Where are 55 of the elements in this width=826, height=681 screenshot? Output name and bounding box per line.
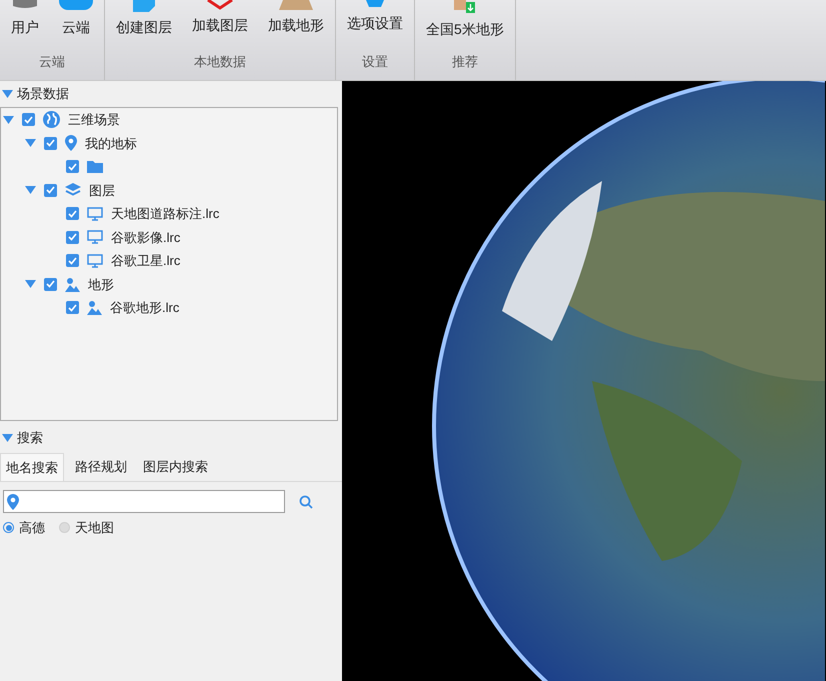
checkbox[interactable] [66,207,79,220]
tree-item-label[interactable]: 图层 [89,180,115,200]
ribbon-button[interactable]: 全国5米地形 [423,0,507,44]
tree-item-label[interactable]: 谷歌卫星.lrc [111,251,180,270]
checkbox[interactable] [66,301,79,314]
tree-item-label[interactable]: 我的地标 [85,134,137,153]
checkbox[interactable] [66,160,79,174]
pin-icon [7,494,19,510]
ribbon-button[interactable]: 创建图层 [113,0,175,44]
download-map-icon [454,0,476,14]
checkbox[interactable] [22,113,35,126]
radio-label: 高德 [19,519,45,537]
folder-icon [87,160,103,174]
group-title: 设置 [362,53,388,71]
checkbox[interactable] [44,278,57,291]
monitor-icon [87,206,103,221]
checkbox[interactable] [66,254,79,268]
checkbox[interactable] [44,136,57,150]
globe-icon [43,111,60,128]
radio-button[interactable] [59,522,70,534]
search-tab[interactable]: 路径规划 [70,453,132,481]
monitor-icon [87,230,103,244]
panel-title: 场景数据 [17,85,69,104]
ribbon-button[interactable]: 用户 [8,0,42,44]
pin-icon [65,135,77,152]
group-title: 本地数据 [194,53,246,71]
expanded-caret-icon[interactable] [25,280,36,288]
tree-item-label[interactable]: 天地图道路标注.lrc [111,204,220,224]
tree-item-label[interactable]: 谷歌地形.lrc [110,298,180,318]
terrain-icon [87,300,102,316]
ribbon-button[interactable]: 加载地形 [265,0,327,44]
expanded-caret-icon[interactable] [25,186,36,194]
panel-title: 搜索 [17,429,43,448]
ribbon-button[interactable]: 云端 [56,0,96,44]
expanded-caret-icon[interactable] [2,434,13,442]
search-tab[interactable]: 图层内搜索 [138,453,213,481]
terrain-icon [65,276,80,292]
expanded-caret-icon[interactable] [2,90,13,98]
group-title: 推荐 [452,53,478,71]
ribbon-button[interactable]: 选项设置 [344,0,406,44]
tree-item-label[interactable]: 谷歌影像.lrc [111,228,180,247]
expanded-caret-icon[interactable] [3,116,14,124]
checkbox[interactable] [66,230,79,244]
tree-item-label[interactable]: 三维场景 [68,110,120,130]
search-input-field[interactable] [3,490,285,513]
group-title: 云端 [39,53,65,71]
search-tab[interactable]: 地名搜索 [0,453,64,481]
ribbon-button[interactable]: 加载图层 [189,0,251,44]
tree-item-label[interactable]: 地形 [88,274,114,294]
search-icon[interactable] [299,494,313,508]
checkbox[interactable] [44,184,57,197]
monitor-icon [87,254,103,268]
radio-button[interactable] [3,522,14,534]
radio-label: 天地图 [75,519,114,537]
expanded-caret-icon[interactable] [25,139,36,148]
